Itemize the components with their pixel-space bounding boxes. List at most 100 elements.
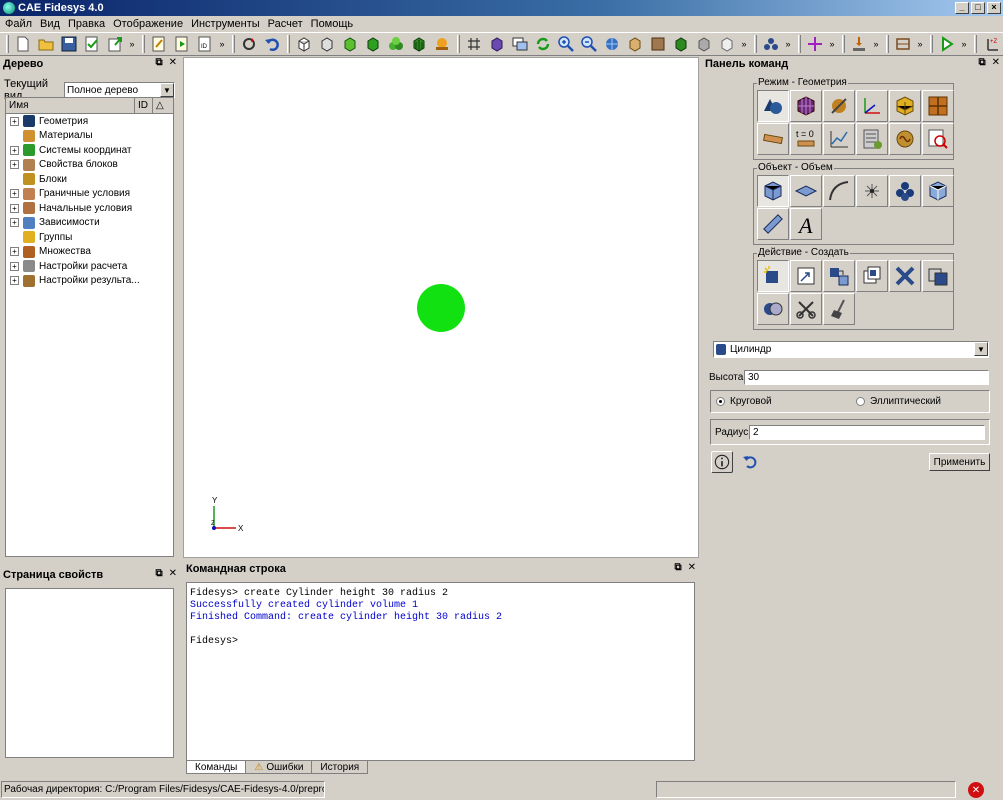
tree-item[interactable]: Группы bbox=[6, 230, 173, 245]
run-icon[interactable] bbox=[936, 33, 958, 55]
tree-item[interactable]: Материалы bbox=[6, 129, 173, 144]
chevron-down-icon[interactable]: ▼ bbox=[160, 83, 174, 97]
action-copy-icon[interactable] bbox=[856, 260, 888, 292]
sort-icon[interactable]: △ bbox=[153, 98, 173, 113]
current-view-select[interactable]: Полное дерево ▼ bbox=[64, 82, 175, 98]
expand-icon[interactable]: + bbox=[10, 261, 19, 271]
mode-geometry-icon[interactable] bbox=[757, 90, 789, 122]
action-transform-icon[interactable] bbox=[823, 260, 855, 292]
toolbar-grip[interactable] bbox=[287, 35, 290, 53]
cylinder-object[interactable] bbox=[417, 284, 465, 332]
export-icon[interactable] bbox=[104, 33, 126, 55]
mode-bc-icon[interactable] bbox=[757, 123, 789, 155]
action-split-icon[interactable] bbox=[922, 260, 954, 292]
chevron-down-icon[interactable]: ▼ bbox=[974, 342, 988, 356]
toolbar-grip[interactable] bbox=[457, 35, 460, 53]
expand-icon[interactable]: + bbox=[10, 218, 19, 228]
expand-icon[interactable]: + bbox=[10, 276, 19, 286]
toolbar-overflow-icon[interactable]: » bbox=[783, 39, 793, 49]
command-console[interactable]: Fidesys> create Cylinder height 30 radiu… bbox=[186, 582, 695, 761]
mode-mesh-icon[interactable] bbox=[790, 90, 822, 122]
front-view-icon[interactable] bbox=[647, 33, 669, 55]
zoom-out-icon[interactable] bbox=[578, 33, 600, 55]
open-folder-icon[interactable] bbox=[35, 33, 57, 55]
refresh-icon[interactable] bbox=[238, 33, 260, 55]
tree-item[interactable]: + Настройки расчета bbox=[6, 259, 173, 274]
object-curve-icon[interactable] bbox=[823, 175, 855, 207]
action-cut-icon[interactable] bbox=[790, 293, 822, 325]
mode-initial-icon[interactable]: t = 0 bbox=[790, 123, 822, 155]
tree-item[interactable]: + Настройки результа... bbox=[6, 274, 173, 289]
mode-inspect-icon[interactable] bbox=[922, 123, 954, 155]
close-window-button[interactable]: × bbox=[987, 2, 1001, 14]
undock-icon[interactable]: ⧉ bbox=[978, 57, 985, 68]
mode-calc-settings-icon[interactable] bbox=[856, 123, 888, 155]
globe-icon[interactable] bbox=[601, 33, 623, 55]
mesh-view-icon[interactable] bbox=[408, 33, 430, 55]
mode-blocks-icon[interactable] bbox=[889, 90, 921, 122]
tab-commands[interactable]: Команды bbox=[186, 761, 247, 774]
reset-icon[interactable] bbox=[741, 453, 759, 471]
toolbar-grip[interactable] bbox=[232, 35, 235, 53]
menu-edit[interactable]: Правка bbox=[64, 18, 109, 30]
toolbar-grip[interactable] bbox=[974, 35, 977, 53]
solid-view-icon[interactable] bbox=[362, 33, 384, 55]
play-script-icon[interactable] bbox=[171, 33, 193, 55]
col-id-header[interactable]: ID bbox=[135, 98, 153, 113]
check-doc-icon[interactable] bbox=[81, 33, 103, 55]
grid-icon[interactable] bbox=[463, 33, 485, 55]
save-icon[interactable] bbox=[58, 33, 80, 55]
object-vertex-icon[interactable] bbox=[856, 175, 888, 207]
object-volume-icon[interactable] bbox=[757, 175, 789, 207]
toolbar-overflow-icon[interactable]: » bbox=[871, 39, 881, 49]
toolbar-grip[interactable] bbox=[842, 35, 845, 53]
menu-tools[interactable]: Инструменты bbox=[187, 18, 264, 30]
col-name-header[interactable]: Имя bbox=[6, 98, 135, 113]
toolbar-overflow-icon[interactable]: » bbox=[915, 39, 925, 49]
tree-item[interactable]: Блоки bbox=[6, 172, 173, 187]
expand-icon[interactable]: + bbox=[10, 203, 19, 213]
apply-button[interactable]: Применить bbox=[929, 453, 990, 471]
expand-icon[interactable]: + bbox=[10, 189, 19, 199]
tree-item[interactable]: + Геометрия bbox=[6, 114, 173, 129]
tab-history[interactable]: История bbox=[311, 761, 369, 774]
stop-icon[interactable]: ✕ bbox=[968, 782, 984, 798]
action-create-icon[interactable] bbox=[757, 260, 789, 292]
object-body-icon[interactable] bbox=[922, 175, 954, 207]
toolbar-grip[interactable] bbox=[930, 35, 933, 53]
undock-icon[interactable]: ⧉ bbox=[674, 562, 681, 573]
radio-elliptic[interactable]: Эллиптический bbox=[856, 396, 941, 407]
edit-script-icon[interactable] bbox=[148, 33, 170, 55]
tree-view[interactable]: Имя ID △ + Геометрия Материалы + Системы коо… bbox=[5, 97, 174, 557]
menu-help[interactable]: Помощь bbox=[307, 18, 358, 30]
object-measure-icon[interactable] bbox=[757, 208, 789, 240]
radio-circular[interactable]: Круговой bbox=[716, 396, 856, 407]
menu-display[interactable]: Отображение bbox=[109, 18, 187, 30]
shaded-view-icon[interactable] bbox=[339, 33, 361, 55]
radio-elliptic-dot[interactable] bbox=[856, 397, 865, 406]
molecule-icon[interactable] bbox=[760, 33, 782, 55]
wireframe-view-icon[interactable] bbox=[293, 33, 315, 55]
graphics-viewport[interactable]: Y X Z bbox=[183, 57, 699, 558]
multi-solid-icon[interactable] bbox=[385, 33, 407, 55]
tree-item[interactable]: + Начальные условия bbox=[6, 201, 173, 216]
green-cube-icon[interactable] bbox=[670, 33, 692, 55]
toolbar-overflow-icon[interactable]: » bbox=[217, 39, 227, 49]
axis-orient-icon[interactable]: +Z bbox=[980, 33, 1002, 55]
gray-cube-icon[interactable] bbox=[693, 33, 715, 55]
tree-item[interactable]: + Свойства блоков bbox=[6, 158, 173, 173]
object-text-icon[interactable]: A bbox=[790, 208, 822, 240]
box-view-icon[interactable] bbox=[624, 33, 646, 55]
close-icon[interactable]: ✕ bbox=[688, 562, 696, 573]
cube-purple-icon[interactable] bbox=[486, 33, 508, 55]
radius-input[interactable]: 2 bbox=[749, 425, 985, 440]
tab-errors[interactable]: ⚠ Ошибки bbox=[245, 761, 313, 774]
tree-item[interactable]: + Системы координат bbox=[6, 143, 173, 158]
menu-file[interactable]: Файл bbox=[1, 18, 36, 30]
maximize-button[interactable]: □ bbox=[971, 2, 985, 14]
window-split-icon[interactable] bbox=[509, 33, 531, 55]
light-cube-icon[interactable] bbox=[716, 33, 738, 55]
object-group-icon[interactable] bbox=[889, 175, 921, 207]
close-icon[interactable]: ✕ bbox=[169, 568, 177, 579]
menu-view[interactable]: Вид bbox=[36, 18, 64, 30]
